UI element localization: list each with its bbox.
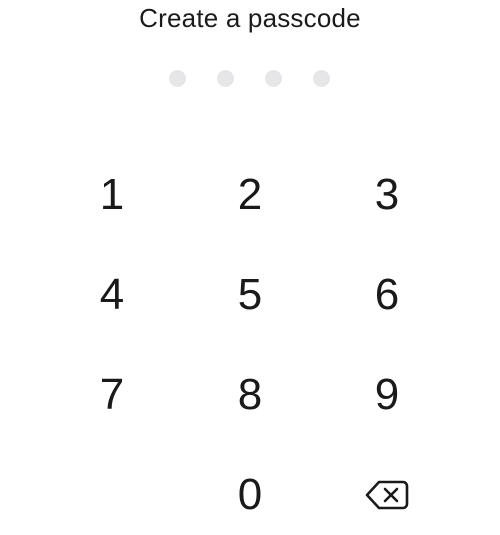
key-8[interactable]: 8: [195, 355, 305, 435]
passcode-dot-4: [313, 70, 330, 87]
delete-button[interactable]: [332, 455, 442, 535]
key-1[interactable]: 1: [57, 155, 167, 235]
key-3-label: 3: [374, 170, 400, 219]
key-6-label: 6: [374, 270, 400, 319]
key-9-label: 9: [374, 370, 400, 419]
passcode-indicator: [0, 70, 500, 88]
key-6[interactable]: 6: [332, 255, 442, 335]
key-9[interactable]: 9: [332, 355, 442, 435]
key-7-label: 7: [99, 370, 125, 419]
key-1-label: 1: [99, 170, 125, 219]
key-8-label: 8: [237, 370, 263, 419]
key-3[interactable]: 3: [332, 155, 442, 235]
page-title: Create a passcode: [139, 3, 361, 33]
key-0-label: 0: [237, 470, 263, 519]
passcode-dot-2: [217, 70, 234, 87]
key-5[interactable]: 5: [195, 255, 305, 335]
key-4-label: 4: [99, 270, 125, 319]
key-7[interactable]: 7: [57, 355, 167, 435]
passcode-dot-1: [169, 70, 186, 87]
key-5-label: 5: [237, 270, 263, 319]
passcode-dot-3: [265, 70, 282, 87]
key-4[interactable]: 4: [57, 255, 167, 335]
backspace-icon: [365, 480, 409, 510]
key-2-label: 2: [237, 170, 263, 219]
key-2[interactable]: 2: [195, 155, 305, 235]
key-0[interactable]: 0: [195, 455, 305, 535]
